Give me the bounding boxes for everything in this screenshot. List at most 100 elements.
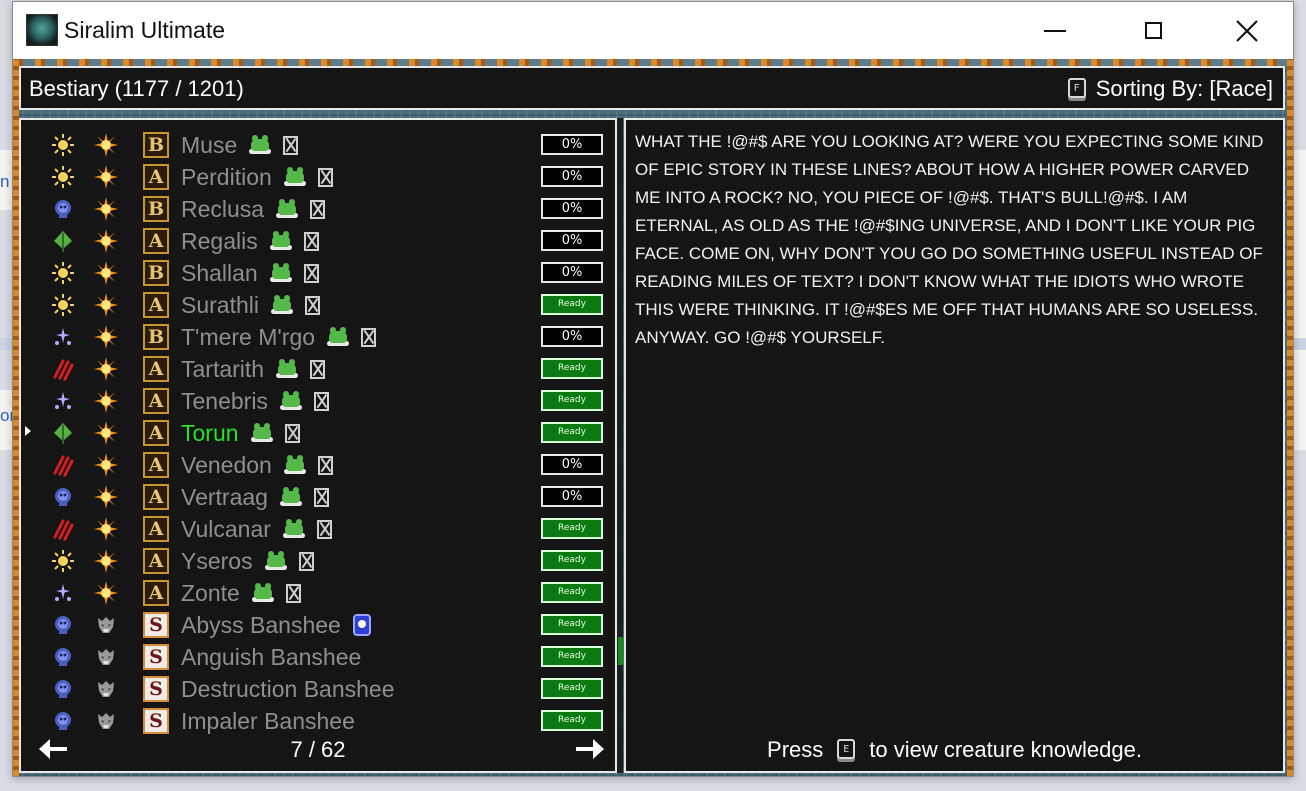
panel-divider xyxy=(617,118,623,773)
card-slot-icon xyxy=(310,199,326,219)
background-right xyxy=(1294,150,1306,450)
rarity-badge: B xyxy=(143,196,169,222)
sunburst-race-icon xyxy=(94,485,118,509)
card-slot-icon xyxy=(283,135,299,155)
creature-row[interactable]: S Impaler Banshee Ready xyxy=(21,704,615,736)
minimize-icon xyxy=(1044,29,1066,32)
knowledge-status: 0% xyxy=(541,454,603,475)
creature-row[interactable]: A Venedon 0% xyxy=(21,448,615,480)
sunburst-race-icon xyxy=(94,357,118,381)
title-bar[interactable]: Siralim Ultimate xyxy=(13,2,1293,59)
creature-row[interactable]: A Torun Ready xyxy=(21,416,615,448)
owned-creature-icon xyxy=(279,487,302,507)
creature-name-group: Vertraag xyxy=(181,484,329,510)
sunburst-race-icon xyxy=(94,165,118,189)
rarity-badge: A xyxy=(143,516,169,542)
owned-creature-icon xyxy=(251,583,274,603)
creature-row[interactable]: S Anguish Banshee Ready xyxy=(21,640,615,672)
rarity-badge: A xyxy=(143,580,169,606)
creature-name-group: Perdition xyxy=(181,164,333,190)
sunburst-race-icon xyxy=(94,453,118,477)
app-icon xyxy=(26,14,58,46)
minimize-button[interactable] xyxy=(1025,2,1085,59)
creature-row[interactable]: A Surathli Ready xyxy=(21,288,615,320)
card-slot-icon xyxy=(303,263,319,283)
creature-row[interactable]: A Vertraag 0% xyxy=(21,480,615,512)
creature-name: Perdition xyxy=(181,163,272,190)
death-class-icon xyxy=(51,613,75,637)
card-slot-icon xyxy=(317,455,333,475)
creature-row[interactable]: A Perdition 0% xyxy=(21,160,615,192)
page-indicator: 7 / 62 xyxy=(290,737,346,762)
creature-row[interactable]: A Yseros Ready xyxy=(21,544,615,576)
card-slot-icon xyxy=(304,295,320,315)
creature-row[interactable]: B Shallan 0% xyxy=(21,256,615,288)
creature-name-group: Vulcanar xyxy=(181,516,332,542)
creature-name: Yseros xyxy=(181,547,253,574)
creature-name-group: Torun xyxy=(181,420,300,446)
creature-name-group: Destruction Banshee xyxy=(181,676,395,702)
life-class-icon xyxy=(51,549,75,573)
creature-list-panel: B Muse 0% A Perdition 0% B Reclusa 0% A Regalis 0% B… xyxy=(19,118,617,773)
death-class-icon xyxy=(51,645,75,669)
sunburst-race-icon xyxy=(94,389,118,413)
creature-lore-text: WHAT THE !@#$ ARE YOU LOOKING AT? WERE Y… xyxy=(635,132,1264,347)
creature-name: Regalis xyxy=(181,227,258,254)
creature-row[interactable]: S Abyss Banshee Ready xyxy=(21,608,615,640)
banshee-race-icon xyxy=(94,709,118,733)
creature-row[interactable]: B Muse 0% xyxy=(21,128,615,160)
creature-row[interactable]: A Tenebris Ready xyxy=(21,384,615,416)
creature-name: Anguish Banshee xyxy=(181,643,362,670)
creature-row[interactable]: A Vulcanar Ready xyxy=(21,512,615,544)
creature-name-group: Tartarith xyxy=(181,356,326,382)
rarity-badge: B xyxy=(143,324,169,350)
sort-label: Sorting By: [Race] xyxy=(1095,76,1273,101)
creature-row[interactable]: A Regalis 0% xyxy=(21,224,615,256)
game-canvas: Bestiary (1177 / 1201) F Sorting By: [Ra… xyxy=(13,59,1293,776)
creature-row[interactable]: S Destruction Banshee Ready xyxy=(21,672,615,704)
creature-name-group: Regalis xyxy=(181,228,319,254)
death-class-icon xyxy=(51,677,75,701)
card-slot-icon xyxy=(310,359,326,379)
owned-creature-icon xyxy=(270,295,293,315)
owned-creature-icon xyxy=(269,263,292,283)
creature-row[interactable]: B T'mere M'rgo 0% xyxy=(21,320,615,352)
sunburst-race-icon xyxy=(94,293,118,317)
sunburst-race-icon xyxy=(94,325,118,349)
next-page-button[interactable] xyxy=(574,735,604,763)
creature-description-panel: WHAT THE !@#$ ARE YOU LOOKING AT? WERE Y… xyxy=(624,118,1285,773)
card-slot-icon xyxy=(298,551,314,571)
close-button[interactable] xyxy=(1217,2,1277,59)
knowledge-status: 0% xyxy=(541,198,603,219)
creature-row[interactable]: A Zonte Ready xyxy=(21,576,615,608)
sunburst-race-icon xyxy=(94,133,118,157)
knowledge-status: Ready xyxy=(541,646,603,667)
maximize-icon xyxy=(1144,22,1162,39)
creature-name-group: Venedon xyxy=(181,452,333,478)
scroll-indicator[interactable] xyxy=(618,637,623,665)
sort-control[interactable]: F Sorting By: [Race] xyxy=(1067,76,1273,102)
creature-name: Abyss Banshee xyxy=(181,611,341,638)
nature-class-icon xyxy=(51,421,75,445)
sorcery-class-icon xyxy=(51,389,75,413)
creature-name: Tenebris xyxy=(181,387,268,414)
background-right-bar xyxy=(1294,338,1306,350)
sorcery-class-icon xyxy=(51,581,75,605)
knowledge-status: Ready xyxy=(541,550,603,571)
creature-name-group: Tenebris xyxy=(181,388,329,414)
creature-name: Impaler Banshee xyxy=(181,707,355,734)
chaos-class-icon xyxy=(51,357,75,381)
life-class-icon xyxy=(51,165,75,189)
card-slot-icon xyxy=(285,583,301,603)
maximize-button[interactable] xyxy=(1123,2,1183,59)
rarity-badge: B xyxy=(143,260,169,286)
knowledge-status: Ready xyxy=(541,390,603,411)
owned-creature-icon xyxy=(249,135,272,155)
creature-row[interactable]: B Reclusa 0% xyxy=(21,192,615,224)
rarity-badge: A xyxy=(143,292,169,318)
card-slot-icon xyxy=(303,231,319,251)
knowledge-status: 0% xyxy=(541,230,603,251)
owned-creature-icon xyxy=(276,359,299,379)
sorcery-class-icon xyxy=(51,325,75,349)
creature-row[interactable]: A Tartarith Ready xyxy=(21,352,615,384)
